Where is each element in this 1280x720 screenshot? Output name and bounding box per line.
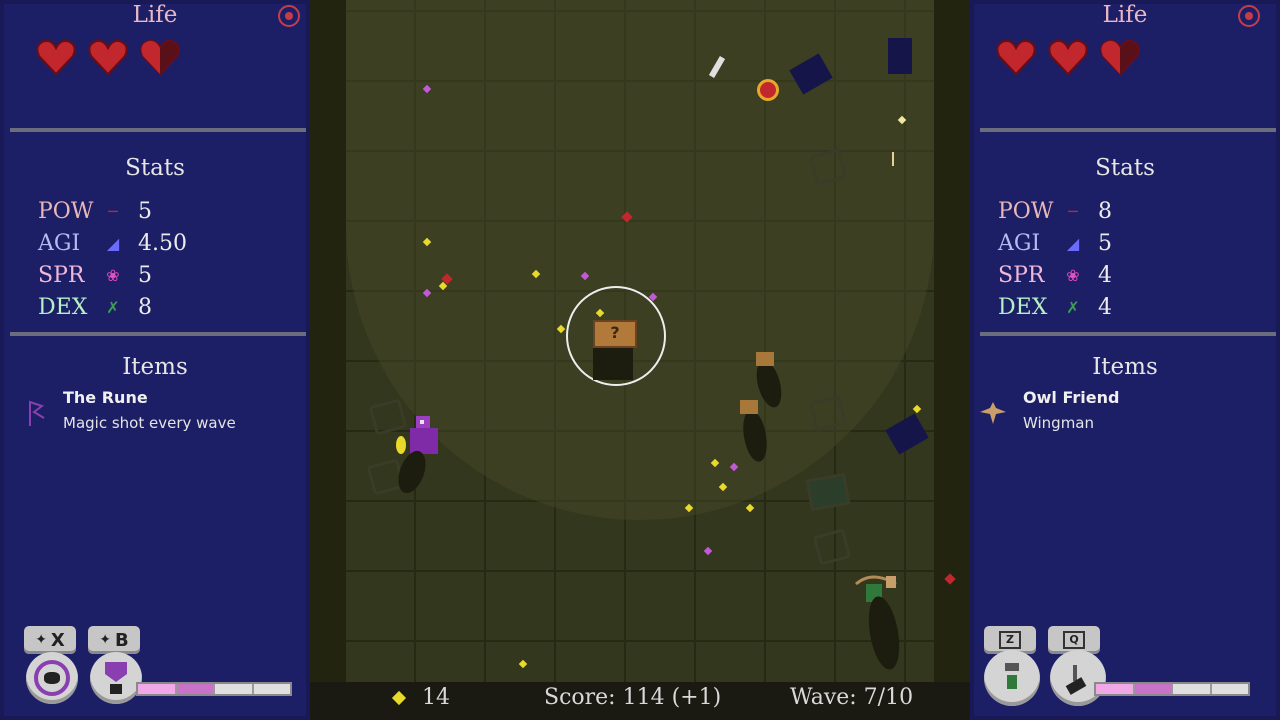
dpad-icon: ✦	[99, 632, 111, 648]
dash-ability-icon[interactable]	[984, 650, 1040, 706]
sword-icon: ─	[1068, 201, 1078, 221]
stat-dex: DEX ✗ 8	[38, 292, 152, 322]
spirit-icon: ❀	[106, 265, 120, 285]
special-ability-icon[interactable]	[90, 652, 142, 704]
wave-display: Wave: 7/10	[790, 685, 914, 710]
boot-icon: ◢	[106, 233, 120, 253]
target-icon[interactable]	[278, 5, 300, 27]
dash-ability-icon[interactable]	[26, 652, 78, 704]
stat-label: DEX	[38, 294, 88, 320]
life-hearts	[996, 38, 1140, 76]
life-title: Life	[132, 2, 178, 28]
controller-button-b[interactable]: ✦ B	[88, 626, 140, 654]
score-display: Score: 114 (+1)	[544, 685, 722, 710]
rune-icon	[22, 398, 48, 428]
mystery-chest-icon[interactable]: ?	[593, 320, 637, 348]
stat-value: 5	[138, 262, 152, 288]
arrow-projectile	[892, 152, 894, 166]
stat-pow: POW ─ 8	[998, 196, 1112, 226]
game-playfield[interactable]: ?	[310, 0, 970, 720]
stat-value: 4	[1098, 294, 1112, 320]
stat-value: 8	[138, 294, 152, 320]
heart-half-icon	[140, 38, 180, 76]
divider	[980, 332, 1276, 336]
life-hearts	[36, 38, 180, 76]
player1-panel: Life Stats POW ─ 5 AGI ◢ 4.50 SPR ❀ 5 DE…	[0, 0, 310, 720]
life-title: Life	[1102, 2, 1148, 28]
stat-spr: SPR ❀ 4	[998, 260, 1112, 290]
crossed-arrows-icon: ✗	[106, 297, 120, 317]
stat-label: SPR	[38, 262, 85, 288]
button-label: B	[115, 629, 129, 651]
stat-value: 4	[1098, 262, 1112, 288]
stats-title: Stats	[125, 155, 185, 181]
button-label: Q	[1063, 631, 1085, 649]
sword-icon: ─	[108, 201, 118, 221]
winged-enemy	[756, 352, 774, 366]
controller-button-x[interactable]: ✦ X	[24, 626, 76, 654]
boot-icon: ◢	[1066, 233, 1080, 253]
heart-full-icon	[1048, 38, 1088, 76]
fire-orb-enemy	[757, 79, 779, 101]
wizard-staff-orb	[396, 436, 406, 454]
item-name: Owl Friend	[1023, 388, 1120, 407]
stat-value: 5	[1098, 230, 1112, 256]
charge-bar	[136, 682, 292, 696]
player2-panel: Life Stats POW ─ 8 AGI ◢ 5 SPR ❀ 4 DEX ✗…	[970, 0, 1280, 720]
stat-label: DEX	[998, 294, 1048, 320]
chest-shadow	[593, 348, 633, 380]
item-name: The Rune	[63, 388, 148, 407]
bottom-hud: 14 Score: 114 (+1) Wave: 7/10	[310, 682, 970, 720]
heart-full-icon	[88, 38, 128, 76]
divider	[10, 332, 306, 336]
button-label: Z	[999, 631, 1021, 649]
stat-value: 8	[1098, 198, 1112, 224]
button-label: X	[50, 629, 65, 651]
stat-label: POW	[38, 198, 94, 224]
stat-pow: POW ─ 5	[38, 196, 152, 226]
stat-value: 5	[138, 198, 152, 224]
stat-label: AGI	[38, 230, 81, 256]
heart-half-icon	[1100, 38, 1140, 76]
stat-value: 4.50	[138, 230, 187, 256]
stat-dex: DEX ✗ 4	[998, 292, 1112, 322]
grave-plot	[805, 472, 851, 512]
stat-spr: SPR ❀ 5	[38, 260, 152, 290]
bat-enemy	[888, 38, 912, 74]
right-wall	[934, 0, 970, 720]
stats-title: Stats	[1095, 155, 1155, 181]
winged-enemy	[740, 400, 758, 414]
dpad-icon: ✦	[35, 632, 47, 648]
charge-bar	[1094, 682, 1250, 696]
target-icon[interactable]	[1238, 5, 1260, 27]
spirit-icon: ❀	[1066, 265, 1080, 285]
divider	[980, 128, 1276, 132]
stat-label: SPR	[998, 262, 1045, 288]
crossed-arrows-icon: ✗	[1066, 297, 1080, 317]
stat-agi: AGI ◢ 5	[998, 228, 1112, 258]
special-ability-icon[interactable]	[1050, 650, 1106, 706]
item-description: Magic shot every wave	[63, 414, 236, 432]
gem-icon	[390, 688, 407, 706]
left-wall	[310, 0, 346, 720]
stat-agi: AGI ◢ 4.50	[38, 228, 187, 258]
stat-label: POW	[998, 198, 1054, 224]
divider	[10, 128, 306, 132]
stat-label: AGI	[998, 230, 1041, 256]
gem-count: 14	[422, 685, 450, 710]
item-description: Wingman	[1023, 414, 1095, 432]
heart-full-icon	[36, 38, 76, 76]
items-title: Items	[1092, 354, 1158, 380]
items-title: Items	[122, 354, 188, 380]
heart-full-icon	[996, 38, 1036, 76]
owl-icon	[978, 398, 1008, 428]
